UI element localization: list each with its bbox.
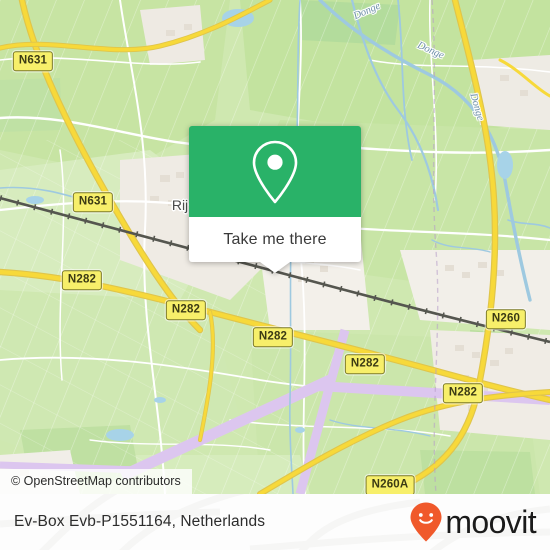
- moovit-wordmark: moovit: [445, 504, 536, 540]
- map-pin-icon: [252, 140, 298, 203]
- location-title: Ev-Box Evb-P1551164, Netherlands: [14, 513, 266, 530]
- road-shield-n282-1[interactable]: N282: [61, 270, 103, 290]
- map-attribution[interactable]: © OpenStreetMap contributors: [0, 469, 192, 494]
- footer-bar: Ev-Box Evb-P1551164, Netherlands moovit: [0, 494, 550, 550]
- moovit-logo[interactable]: moovit: [409, 501, 537, 543]
- map-canvas[interactable]: Rij Donge Donge Donge N631 N631 N282 N28…: [0, 0, 550, 494]
- place-label-rijen: Rij: [171, 197, 189, 213]
- road-shield-n631-south[interactable]: N631: [72, 192, 114, 212]
- road-shield-n282-4[interactable]: N282: [344, 354, 386, 374]
- popup-header: [189, 126, 361, 217]
- road-shield-n282-2[interactable]: N282: [165, 300, 207, 320]
- road-shield-n260[interactable]: N260: [485, 309, 527, 329]
- road-shield-n282-5[interactable]: N282: [442, 383, 484, 403]
- popup-pointer-tail: [260, 262, 290, 273]
- take-me-there-button[interactable]: Take me there: [223, 231, 326, 249]
- moovit-map-screen: Rij Donge Donge Donge N631 N631 N282 N28…: [0, 0, 550, 550]
- road-shield-n260a[interactable]: N260A: [365, 475, 415, 494]
- road-shield-n631-west[interactable]: N631: [12, 51, 54, 71]
- moovit-smiley-pin-icon: [410, 502, 442, 542]
- road-shield-n282-3[interactable]: N282: [252, 327, 294, 347]
- popup-body: Take me there: [189, 217, 361, 262]
- location-popup-card[interactable]: Take me there: [189, 126, 361, 273]
